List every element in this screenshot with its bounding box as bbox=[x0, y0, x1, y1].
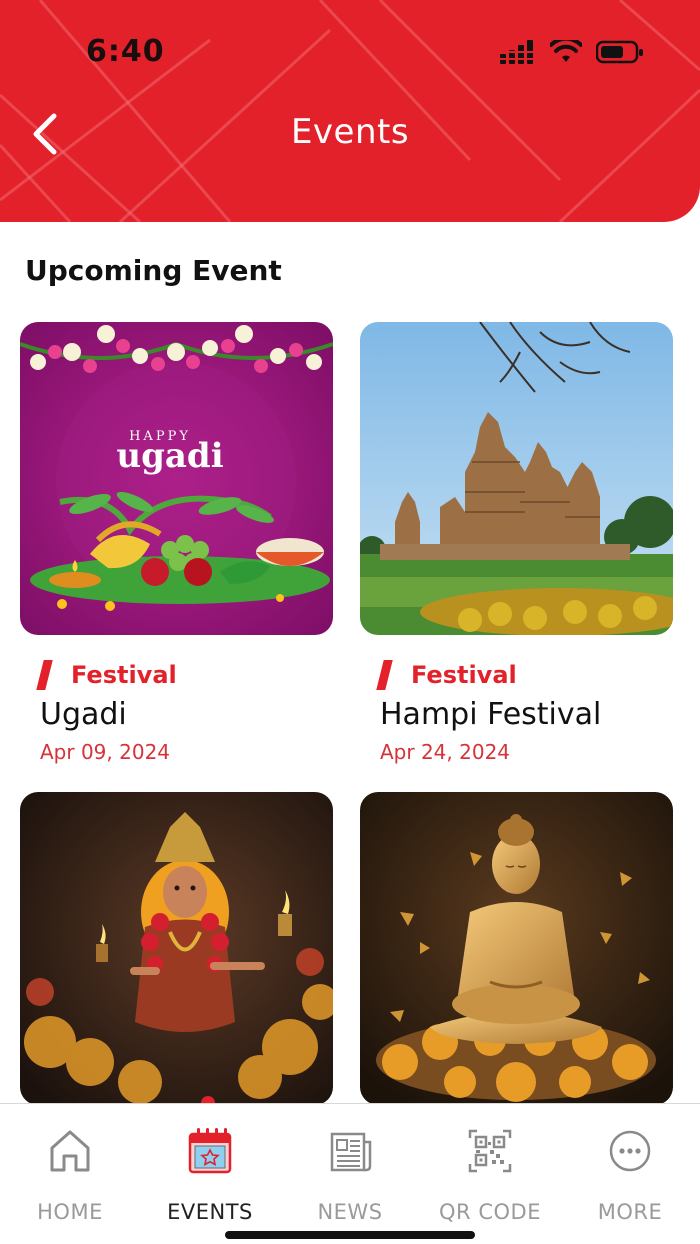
event-category: Festival bbox=[36, 659, 333, 691]
tab-more-label: MORE bbox=[597, 1200, 663, 1224]
goddess-idol-image bbox=[20, 792, 333, 1105]
event-card[interactable]: Festival Hampi Festival Apr 24, 2024 bbox=[360, 322, 673, 764]
event-card[interactable] bbox=[360, 792, 673, 1105]
event-category: Festival bbox=[376, 659, 673, 691]
tab-events[interactable]: EVENTS bbox=[140, 1104, 280, 1234]
wifi-icon bbox=[550, 40, 582, 62]
calendar-icon bbox=[188, 1128, 232, 1174]
more-icon bbox=[609, 1130, 651, 1172]
section-title: Upcoming Event bbox=[25, 254, 282, 287]
tab-events-label: EVENTS bbox=[167, 1200, 253, 1224]
event-card[interactable]: HAPPY ugadi Festival Ugadi Apr 09, 2024 bbox=[20, 322, 333, 764]
tab-home[interactable]: HOME bbox=[0, 1104, 140, 1234]
svg-text:ugadi: ugadi bbox=[116, 436, 223, 476]
tab-news[interactable]: NEWS bbox=[280, 1104, 420, 1234]
tab-qr-code[interactable]: QR CODE bbox=[420, 1104, 560, 1234]
event-card[interactable] bbox=[20, 792, 333, 1105]
buddha-statue-image bbox=[360, 792, 673, 1105]
ugadi-poster-image: HAPPY ugadi bbox=[20, 322, 333, 635]
temple-photo-image bbox=[360, 322, 673, 635]
signal-icon bbox=[500, 40, 533, 64]
app-header: 6:40 Events bbox=[0, 0, 700, 222]
status-time: 6:40 bbox=[86, 34, 165, 69]
home-icon bbox=[50, 1130, 90, 1172]
event-image-goddess[interactable] bbox=[20, 792, 333, 1105]
event-date: Apr 09, 2024 bbox=[40, 740, 171, 764]
qr-code-icon bbox=[468, 1129, 512, 1173]
status-icons bbox=[500, 40, 644, 64]
event-title[interactable]: Hampi Festival bbox=[380, 697, 673, 732]
category-marker bbox=[376, 660, 393, 690]
home-indicator[interactable] bbox=[225, 1231, 475, 1239]
tab-more[interactable]: MORE bbox=[560, 1104, 700, 1234]
page-title: Events bbox=[290, 112, 410, 152]
category-marker bbox=[36, 660, 53, 690]
event-title[interactable]: Ugadi bbox=[40, 697, 333, 732]
newspaper-icon bbox=[330, 1132, 372, 1172]
tab-qr-code-label: QR CODE bbox=[439, 1200, 541, 1224]
battery-icon bbox=[596, 40, 643, 64]
event-image-buddha[interactable] bbox=[360, 792, 673, 1105]
category-label: Festival bbox=[71, 661, 177, 689]
tab-news-label: NEWS bbox=[317, 1200, 383, 1224]
event-image-hampi[interactable] bbox=[360, 322, 673, 635]
event-image-ugadi[interactable]: HAPPY ugadi bbox=[20, 322, 333, 635]
event-date: Apr 24, 2024 bbox=[380, 740, 511, 764]
bottom-tab-bar: HOME EVENTS NEWS QR CODE MORE bbox=[0, 1103, 700, 1244]
category-label: Festival bbox=[411, 661, 517, 689]
tab-home-label: HOME bbox=[37, 1200, 103, 1224]
